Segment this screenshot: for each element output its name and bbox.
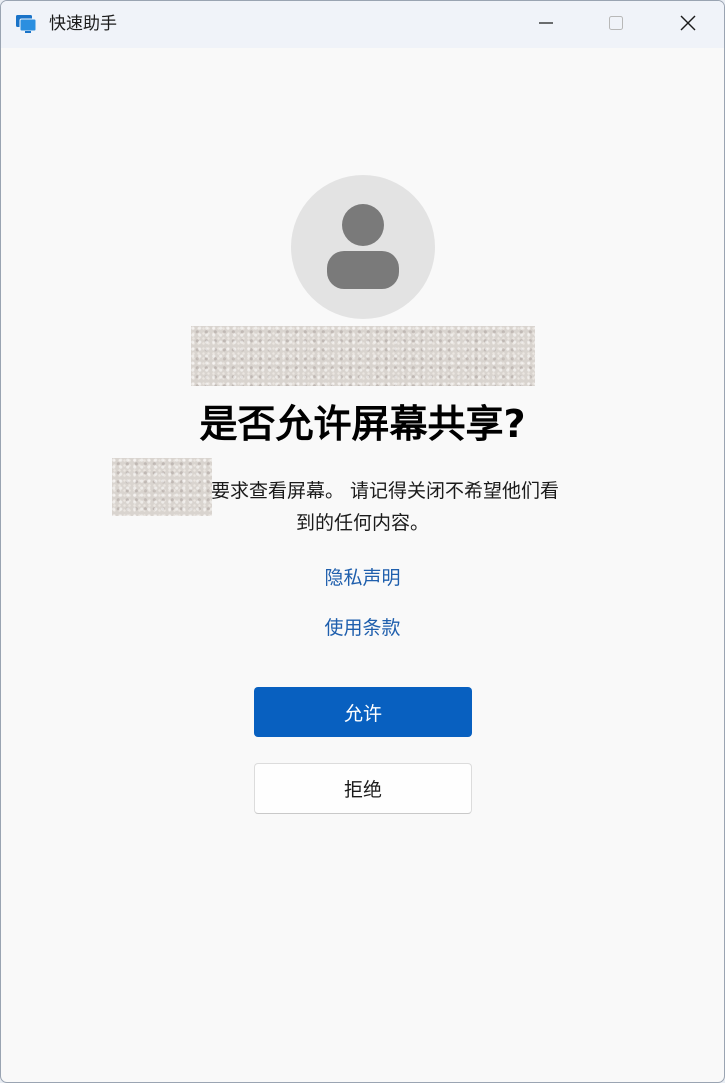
privacy-statement-link[interactable]: 隐私声明 [1,565,724,591]
monitor-icon [15,13,37,35]
title-bar[interactable]: 快速助手 [1,1,724,48]
avatar [291,175,435,319]
redacted-user-name [191,326,535,386]
minimize-button[interactable] [511,1,581,48]
allow-button[interactable]: 允许 [254,687,472,737]
description-line-1: 要求查看屏幕。 请记得关闭不希望他们看 [211,480,560,502]
maximize-icon [608,15,624,35]
description-line-2: 到的任何内容。 [295,512,429,534]
maximize-button [581,1,651,48]
window-title: 快速助手 [49,14,117,34]
person-icon [291,204,435,319]
close-button[interactable] [653,1,723,48]
close-icon [679,14,697,36]
redacted-requester-name [112,458,212,516]
quick-assist-window: 快速助手 是否允许屏幕共享? 要求查看屏幕。 请记得关闭不希望他们看 到的任何内… [0,0,725,1083]
dialog-heading: 是否允许屏幕共享? [199,402,526,446]
terms-of-use-link[interactable]: 使用条款 [1,615,724,641]
deny-button[interactable]: 拒绝 [254,763,472,814]
minimize-icon [538,15,554,35]
